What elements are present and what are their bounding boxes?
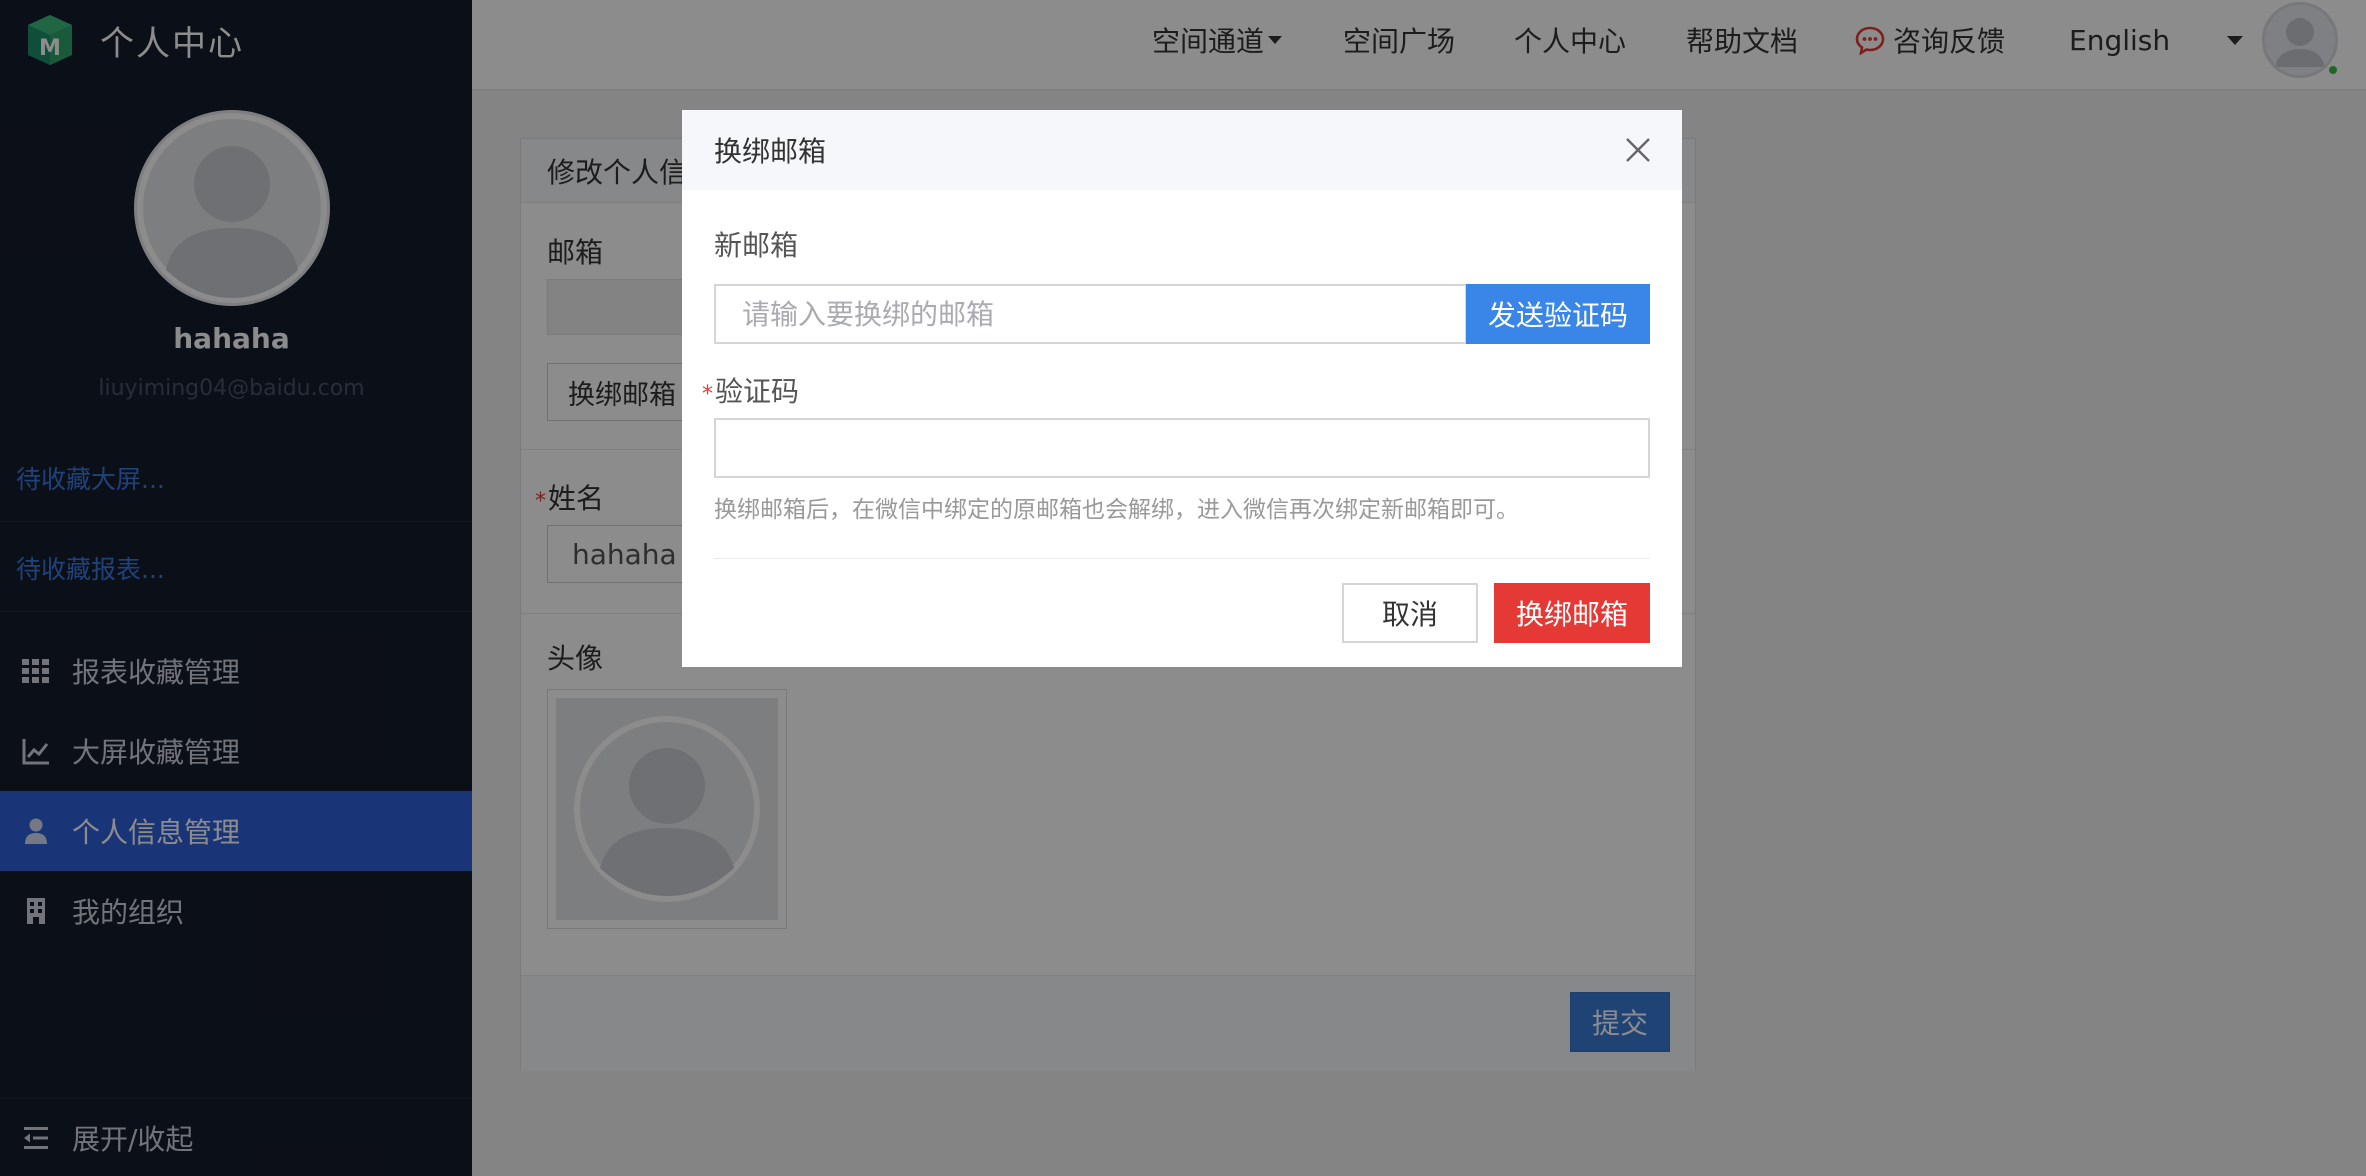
send-code-button[interactable]: 发送验证码 xyxy=(1466,284,1650,344)
cancel-button[interactable]: 取消 xyxy=(1342,583,1478,643)
hint-text: 换绑邮箱后，在微信中绑定的原邮箱也会解绑，进入微信再次绑定新邮箱即可。 xyxy=(714,497,1519,523)
change-email-dialog: 换绑邮箱 新邮箱 发送验证码 *验证码 换绑邮箱后，在微信中绑定的原邮箱也会解绑… xyxy=(682,110,1682,667)
confirm-change-email-button[interactable]: 换绑邮箱 xyxy=(1494,583,1650,643)
verification-code-input[interactable] xyxy=(714,418,1650,478)
close-icon[interactable] xyxy=(1624,136,1652,164)
dialog-title: 换绑邮箱 xyxy=(682,110,1682,190)
required-mark: * xyxy=(702,382,713,407)
new-email-input[interactable] xyxy=(714,284,1467,344)
divider xyxy=(714,558,1650,559)
code-label: *验证码 xyxy=(702,370,799,410)
code-label-text: 验证码 xyxy=(715,375,800,408)
new-email-label: 新邮箱 xyxy=(714,229,799,262)
